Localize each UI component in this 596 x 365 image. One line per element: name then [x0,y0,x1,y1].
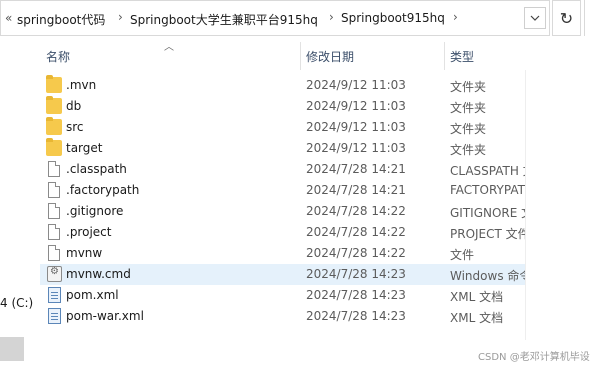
file-type: XML 文档 [450,311,504,325]
column-divider[interactable] [300,42,301,70]
file-modified: 2024/7/28 14:22 [306,204,406,218]
file-modified: 2024/7/28 14:21 [306,183,406,197]
file-icon [48,224,60,240]
file-icon [48,203,60,219]
list-item[interactable]: pom.xml 2024/7/28 14:23 XML 文档 [40,285,525,306]
folder-icon [46,75,62,93]
file-modified: 2024/7/28 14:22 [306,225,406,239]
xml-icon [48,308,61,324]
search-box-edge[interactable] [584,0,596,36]
file-name: pom.xml [66,288,119,302]
list-item[interactable]: target 2024/9/12 11:03 文件夹 [40,138,525,159]
column-header-name[interactable]: 名称 [46,48,70,65]
file-type: 文件夹 [450,143,487,157]
breadcrumb-separator-icon[interactable]: › [118,10,123,24]
file-name: target [66,141,103,155]
file-name: mvnw.cmd [66,267,131,281]
refresh-button[interactable]: ↻ [552,0,581,36]
file-modified: 2024/7/28 14:23 [306,267,406,281]
nav-scrollbar[interactable] [0,337,24,361]
file-modified: 2024/9/12 11:03 [306,78,406,92]
list-item[interactable]: .mvn 2024/9/12 11:03 文件夹 [40,75,525,96]
chevron-down-icon [530,15,540,21]
breadcrumb-overflow-icon[interactable]: « [5,11,12,25]
sort-ascending-icon: ︿ [164,42,174,53]
address-bar[interactable]: « springboot代码 › Springboot大学生兼职平台915hq … [0,0,550,36]
folder-icon [46,117,62,135]
nav-drive-item[interactable]: 4 (C:) [0,296,33,310]
list-item[interactable]: src 2024/9/12 11:03 文件夹 [40,117,525,138]
breadcrumb-separator-icon[interactable]: › [453,10,458,24]
column-header-modified[interactable]: 修改日期 [306,48,354,65]
file-modified: 2024/7/28 14:23 [306,288,406,302]
folder-icon [46,96,62,114]
file-icon [48,161,60,177]
list-item[interactable]: mvnw.cmd 2024/7/28 14:23 Windows 命令 [40,264,525,285]
file-name: src [66,120,84,134]
file-type: 文件 [450,248,475,262]
folder-icon [46,138,62,156]
file-name: .factorypath [66,183,140,197]
file-modified: 2024/9/12 11:03 [306,141,406,155]
file-name: .mvn [66,78,97,92]
file-type: PROJECT 文件 [450,227,525,241]
file-modified: 2024/7/28 14:22 [306,246,406,260]
breadcrumb-item-current[interactable]: Springboot915hq [341,11,445,25]
breadcrumb-separator-icon[interactable]: › [329,10,334,24]
file-modified: 2024/7/28 14:23 [306,309,406,323]
list-item[interactable]: mvnw 2024/7/28 14:22 文件 [40,243,525,264]
file-name: .project [66,225,112,239]
file-name: .classpath [66,162,127,176]
file-name: pom-war.xml [66,309,144,323]
file-name: mvnw [66,246,103,260]
file-type: CLASSPATH 文 [450,164,525,178]
list-item[interactable]: db 2024/9/12 11:03 文件夹 [40,96,525,117]
vertical-divider [525,70,526,340]
file-modified: 2024/9/12 11:03 [306,120,406,134]
list-item[interactable]: .factorypath 2024/7/28 14:21 FACTORYPAT [40,180,525,201]
address-dropdown-button[interactable] [524,7,546,29]
xml-icon [48,287,61,303]
column-divider[interactable] [444,42,445,70]
file-name: db [66,99,82,113]
file-type: GITIGNORE 文 [450,206,525,220]
file-modified: 2024/9/12 11:03 [306,99,406,113]
column-header-type[interactable]: 类型 [450,48,474,65]
file-type: 文件夹 [450,80,487,94]
file-type: 文件夹 [450,122,487,136]
list-item[interactable]: .gitignore 2024/7/28 14:22 GITIGNORE 文 [40,201,525,222]
file-icon [48,245,60,261]
file-type: Windows 命令 [450,269,525,283]
file-type: FACTORYPAT [450,183,525,197]
file-name: .gitignore [66,204,124,218]
breadcrumb-item-springboot-code[interactable]: springboot代码 [17,11,105,28]
file-icon [48,182,60,198]
refresh-icon: ↻ [559,8,574,28]
file-type: XML 文档 [450,290,504,304]
cmd-icon [47,266,62,282]
file-modified: 2024/7/28 14:21 [306,162,406,176]
file-type: 文件夹 [450,101,487,115]
list-item[interactable]: .project 2024/7/28 14:22 PROJECT 文件 [40,222,525,243]
breadcrumb-item-project[interactable]: Springboot大学生兼职平台915hq [130,11,318,28]
list-item[interactable]: pom-war.xml 2024/7/28 14:23 XML 文档 [40,306,525,327]
watermark-text: CSDN @老邓计算机毕设 [478,352,590,363]
list-item[interactable]: .classpath 2024/7/28 14:21 CLASSPATH 文 [40,159,525,180]
